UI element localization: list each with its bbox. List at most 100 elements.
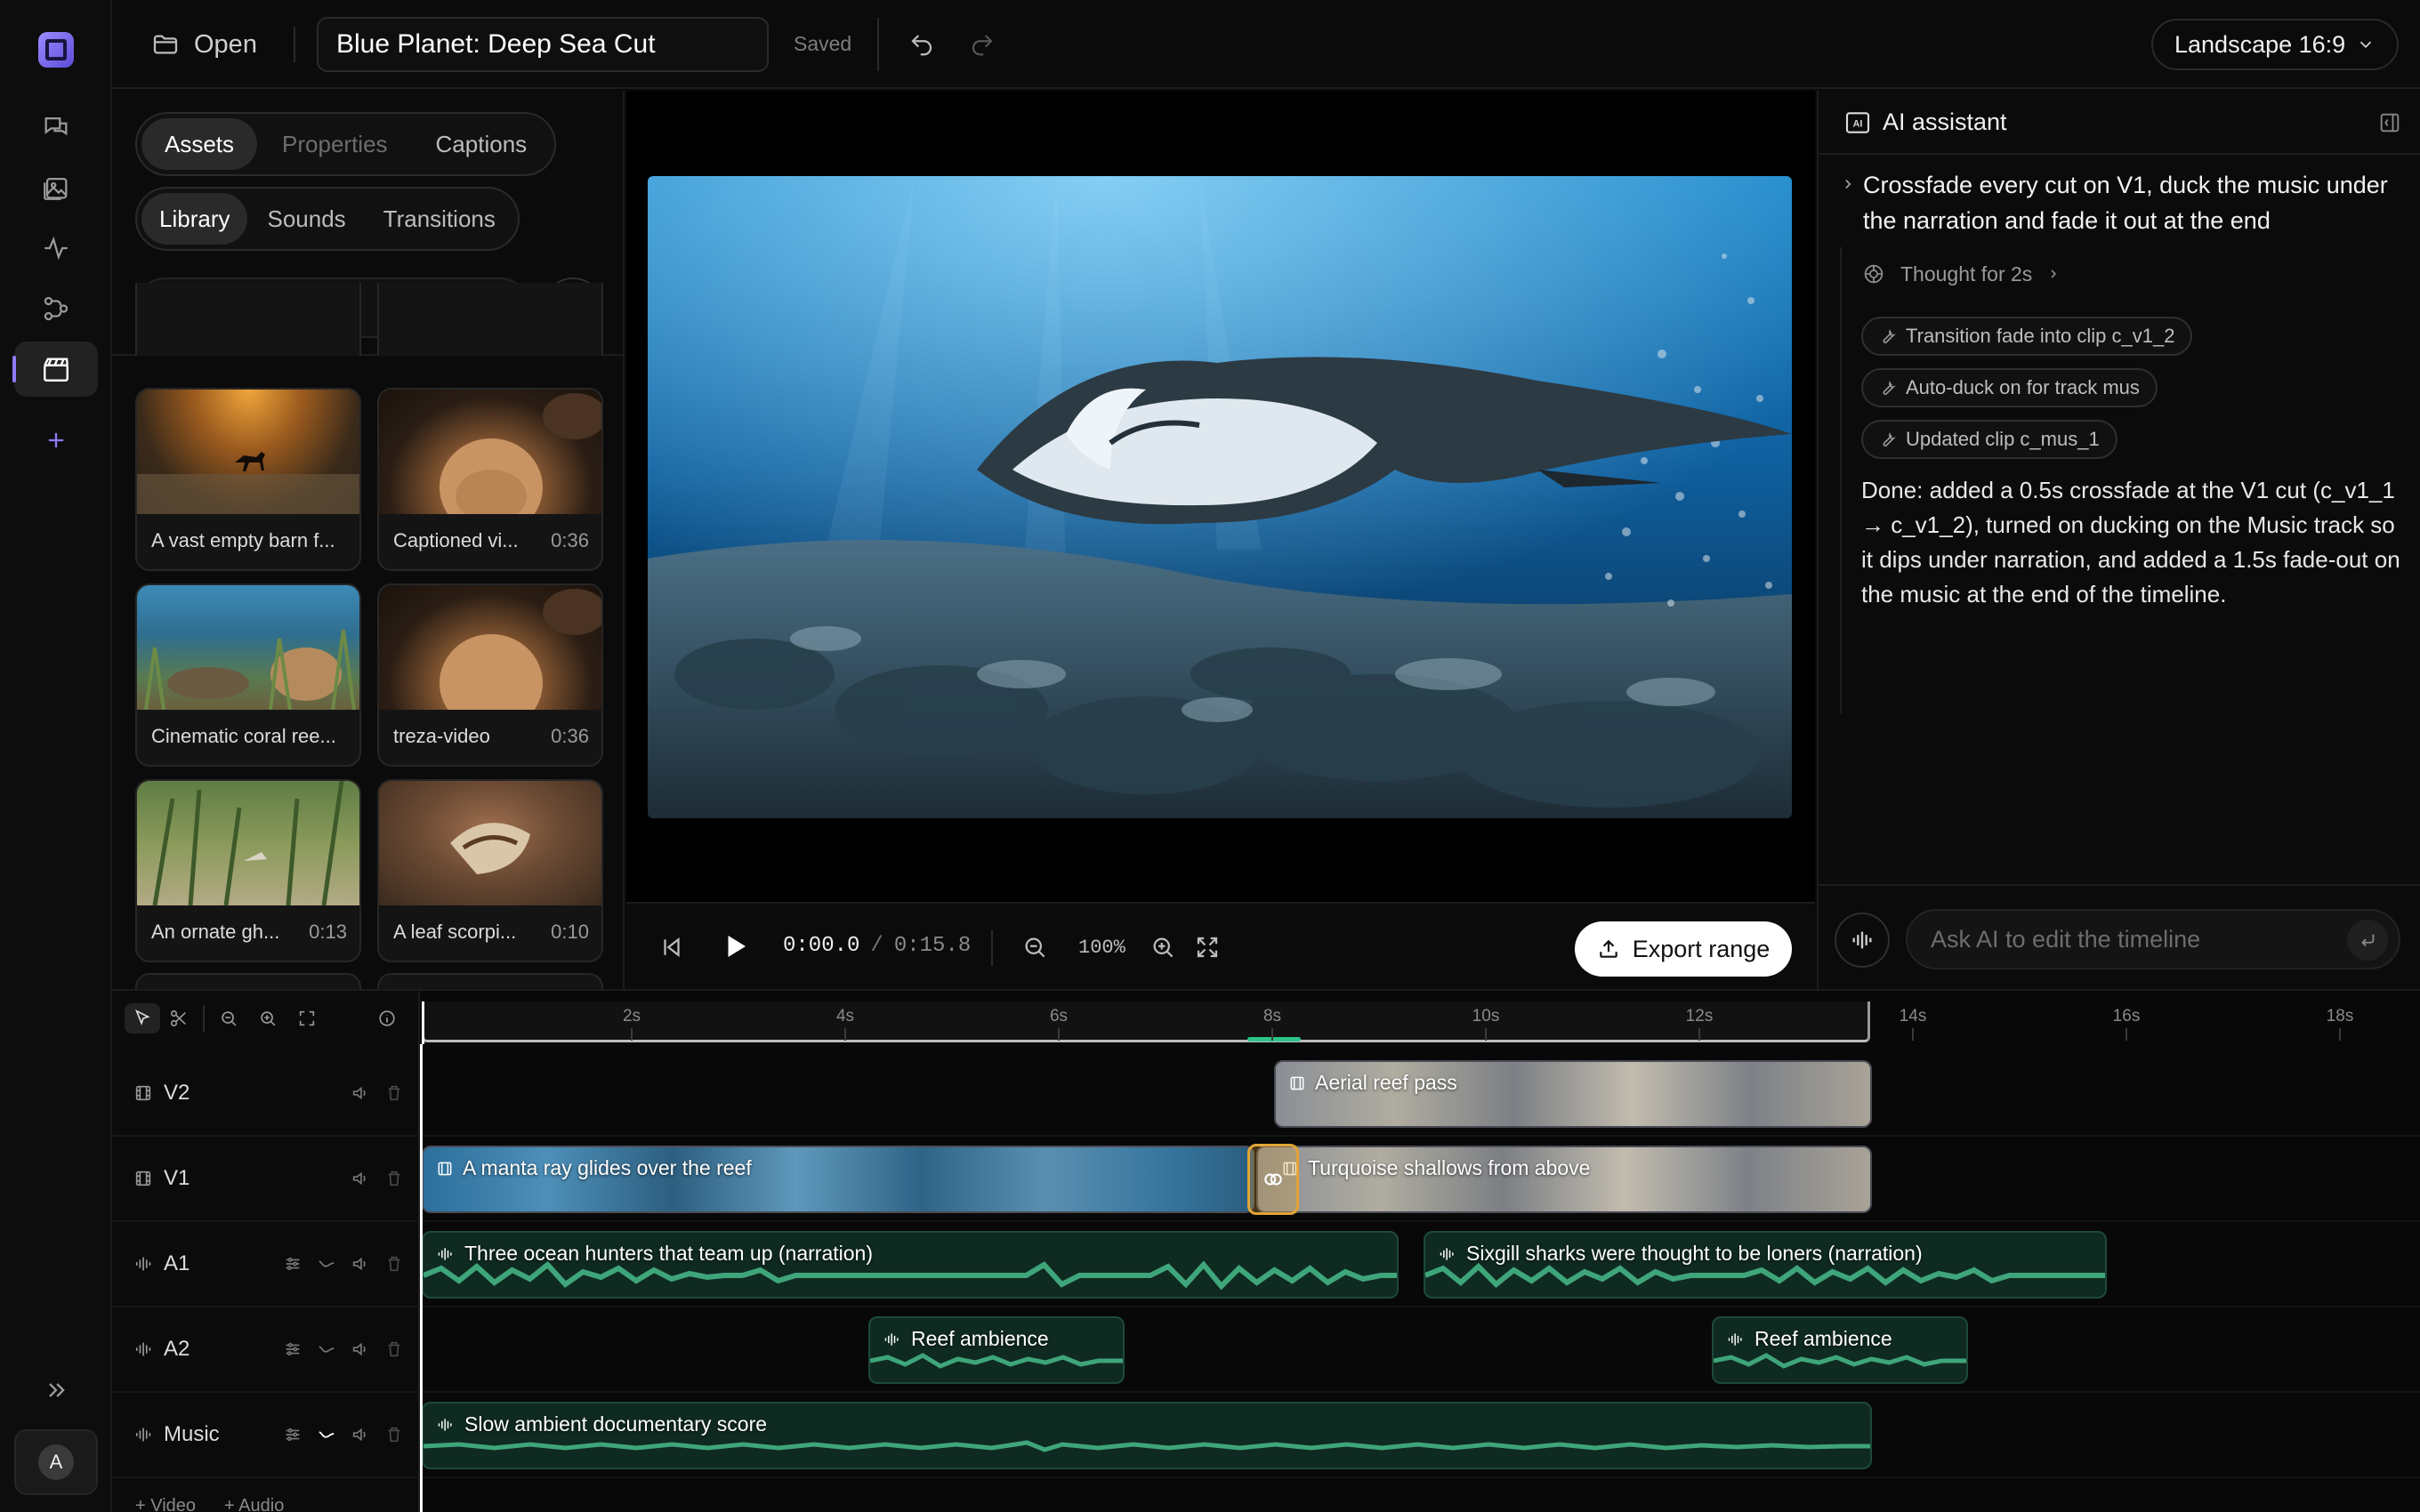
razor-tool-button[interactable] — [169, 1009, 189, 1028]
asset-card[interactable]: treza-video 0:36 — [377, 583, 603, 767]
video-preview[interactable] — [648, 176, 1792, 818]
track-header-v1[interactable]: V1 — [112, 1137, 420, 1222]
video-clip[interactable]: Aerial reef pass — [1274, 1060, 1872, 1128]
undo-button[interactable] — [904, 27, 940, 62]
audio-clip[interactable]: Three ocean hunters that team up (narrat… — [422, 1231, 1399, 1299]
time-ruler[interactable]: 2s 4s 6s 8s 10s 12s 14s 16s 18s — [420, 998, 2420, 1044]
asset-card-partial[interactable] — [377, 973, 603, 989]
tab-sounds[interactable]: Sounds — [249, 193, 363, 245]
tool-call-chip[interactable]: Updated clip c_mus_1 — [1861, 420, 2118, 459]
audio-clip[interactable]: Slow ambient documentary score — [422, 1402, 1872, 1469]
fit-timeline-button[interactable] — [297, 1009, 317, 1028]
timeline-zoom-in-button[interactable] — [258, 1009, 278, 1028]
sliders-icon[interactable] — [283, 1254, 302, 1274]
tab-captions[interactable]: Captions — [413, 118, 551, 170]
track-header-a2[interactable]: A2 — [112, 1307, 420, 1393]
zoom-in-button[interactable] — [1150, 934, 1176, 961]
asset-card-partial[interactable] — [135, 973, 361, 989]
duck-curve-icon[interactable] — [317, 1254, 336, 1274]
add-video-track-button[interactable]: + Video — [135, 1496, 196, 1512]
export-range-button[interactable]: Export range — [1575, 921, 1792, 977]
audio-clip[interactable]: Reef ambience — [868, 1316, 1125, 1384]
info-button[interactable] — [377, 1009, 397, 1028]
clip-label: Reef ambience — [911, 1327, 1049, 1350]
lane-a1: Three ocean hunters that team up (narrat… — [420, 1222, 2420, 1307]
expand-chevrons-icon[interactable] — [14, 1363, 98, 1418]
activity-icon[interactable] — [14, 221, 98, 276]
add-audio-track-button[interactable]: + Audio — [224, 1496, 284, 1512]
asset-name: Captioned vi... — [393, 529, 519, 551]
ruler-tick-label: 8s — [1262, 1007, 1282, 1025]
user-avatar[interactable]: A — [14, 1429, 98, 1495]
asset-card[interactable]: Cinematic coral ree... — [135, 583, 361, 767]
tool-call-chip[interactable]: Auto-duck on for track mus — [1861, 368, 2158, 407]
asset-name: An ornate gh... — [151, 921, 280, 943]
send-button[interactable] — [2347, 920, 2388, 961]
zoom-out-button[interactable] — [1021, 934, 1048, 961]
ruler-tick-label: 14s — [1899, 1007, 1927, 1025]
thought-toggle[interactable]: Thought for 2s — [1861, 261, 2061, 286]
wrench-icon — [1883, 329, 1896, 343]
track-header-a1[interactable]: A1 — [112, 1222, 420, 1307]
select-tool-button[interactable] — [125, 1003, 160, 1033]
chevron-right-icon[interactable] — [1840, 176, 1856, 192]
gallery-icon[interactable] — [14, 160, 98, 215]
volume-icon[interactable] — [351, 1339, 370, 1359]
timeline-zoom-out-button[interactable] — [219, 1009, 238, 1028]
video-clip[interactable]: A manta ray glides over the reef — [422, 1146, 1254, 1213]
skip-back-button[interactable] — [658, 934, 685, 961]
audio-clip[interactable]: Reef ambience — [1712, 1316, 1968, 1384]
add-icon[interactable] — [14, 413, 98, 468]
project-title-field[interactable]: Blue Planet: Deep Sea Cut — [317, 17, 769, 72]
asset-card[interactable]: A vast empty barn f... — [135, 388, 361, 571]
tool-call-chip[interactable]: Transition fade into clip c_v1_2 — [1861, 317, 2193, 356]
trash-icon[interactable] — [384, 1083, 404, 1103]
volume-icon[interactable] — [351, 1169, 370, 1188]
asset-duration: 0:36 — [551, 725, 589, 747]
current-time: 0:00.0 — [783, 934, 860, 958]
tab-properties[interactable]: Properties — [259, 118, 411, 170]
transport-bar: 0:00.0 / 0:15.8 100% Export range — [626, 902, 1815, 989]
fullscreen-button[interactable] — [1194, 934, 1221, 961]
trash-icon[interactable] — [384, 1254, 404, 1274]
waveform-icon — [1440, 1247, 1454, 1260]
ai-prompt-input[interactable] — [1931, 925, 2340, 953]
ai-input-field[interactable] — [1906, 909, 2400, 969]
volume-icon[interactable] — [351, 1254, 370, 1274]
svg-text:AI: AI — [1853, 119, 1863, 130]
audio-clip[interactable]: Sixgill sharks were thought to be loners… — [1424, 1231, 2107, 1299]
track-header-v2[interactable]: V2 — [112, 1051, 420, 1137]
sliders-icon[interactable] — [283, 1339, 302, 1359]
asset-card[interactable]: An ornate gh... 0:13 — [135, 779, 361, 962]
sliders-icon[interactable] — [283, 1425, 302, 1444]
playhead[interactable] — [420, 1044, 423, 1512]
workflow-icon[interactable] — [14, 281, 98, 336]
duck-curve-icon[interactable] — [317, 1339, 336, 1359]
folder-icon — [153, 35, 178, 54]
asset-duration: 0:10 — [551, 921, 589, 943]
app-logo[interactable] — [38, 32, 74, 68]
duck-curve-icon[interactable] — [317, 1425, 336, 1444]
play-button[interactable] — [719, 930, 751, 962]
volume-icon[interactable] — [351, 1425, 370, 1444]
video-clip[interactable]: Turquoise shallows from above — [1256, 1146, 1872, 1213]
volume-icon[interactable] — [351, 1083, 370, 1103]
track-header-music[interactable]: Music — [112, 1393, 420, 1478]
trash-icon[interactable] — [384, 1425, 404, 1444]
open-button[interactable]: Open — [151, 23, 257, 66]
asset-card[interactable]: A leaf scorpi... 0:10 — [377, 779, 603, 962]
redo-button[interactable] — [964, 27, 1000, 62]
asset-card[interactable]: Captioned vi... 0:36 — [377, 388, 603, 571]
collapse-panel-button[interactable] — [2377, 110, 2402, 135]
trash-icon[interactable] — [384, 1169, 404, 1188]
aspect-ratio-select[interactable]: Landscape 16:9 — [2151, 19, 2399, 70]
clapperboard-icon[interactable] — [12, 342, 98, 397]
tab-transitions[interactable]: Transitions — [366, 193, 513, 245]
tab-assets[interactable]: Assets — [141, 118, 258, 170]
trash-icon[interactable] — [384, 1339, 404, 1359]
zoom-in-icon — [1153, 937, 1174, 958]
crossfade-transition[interactable] — [1247, 1144, 1299, 1215]
tab-library[interactable]: Library — [141, 193, 248, 245]
voice-input-button[interactable] — [1835, 913, 1890, 968]
chat-icon[interactable] — [14, 100, 98, 155]
